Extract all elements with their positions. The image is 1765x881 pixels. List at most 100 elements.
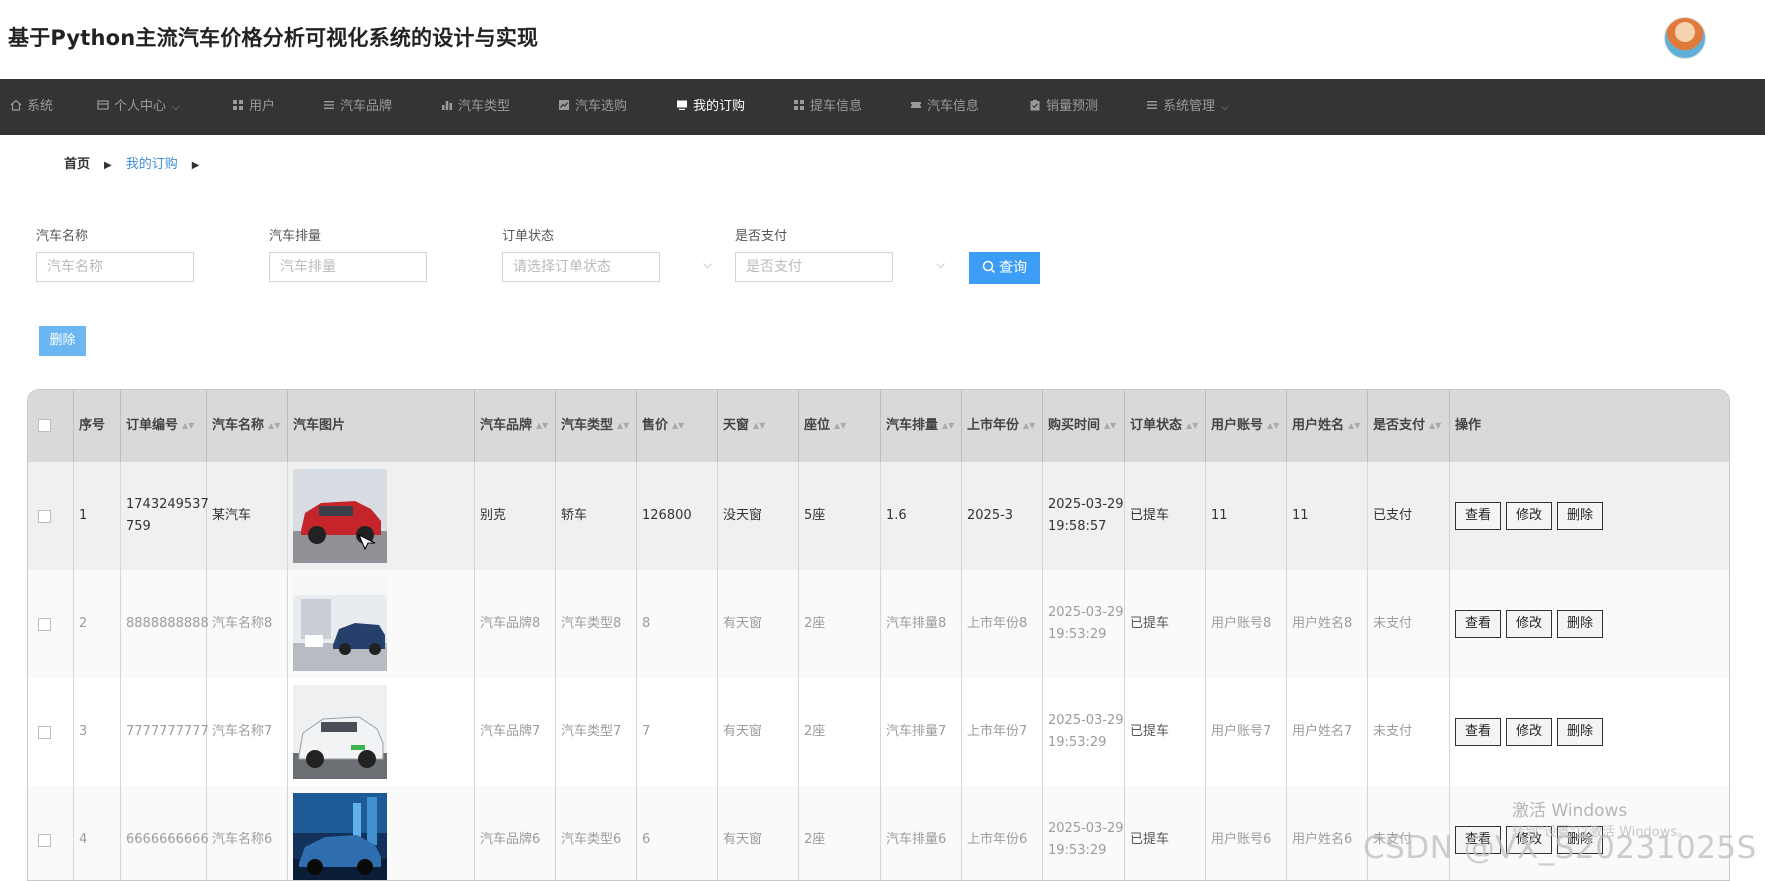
table-row[interactable]: 1 1743249537 759 某汽车 别克 轿车 126800 没天窗 5座 … [28,462,1729,571]
table-row[interactable]: 3 7777777777 汽车名称7 汽车品牌7 汽车类型7 7 有天窗 2座 … [28,678,1729,787]
row-checkbox[interactable] [38,617,51,631]
cell-order-no: 7777777777 [121,678,209,786]
chevron-down-icon[interactable]: ⌵ [936,257,945,272]
sort-icon[interactable]: ▲▼ [672,390,684,462]
sort-icon[interactable]: ▲▼ [834,390,846,462]
nav-item-car-type[interactable]: 汽车类型 [441,79,510,135]
nav-item-system[interactable]: 系统 [10,79,53,135]
table-row[interactable]: 2 8888888888 汽车名称8 汽车品牌8 汽车类型8 8 有天窗 2座 … [28,570,1729,679]
order-status-select[interactable]: 请选择订单状态 [502,252,660,282]
car-name-input[interactable]: 汽车名称 [36,252,194,282]
th-account[interactable]: 用户账号 ▲▼ [1206,390,1287,462]
chevron-down-icon[interactable]: ⌵ [703,257,712,272]
sort-icon[interactable]: ▲▼ [1104,390,1116,462]
th-displacement[interactable]: 汽车排量 ▲▼ [881,390,962,462]
cell-type: 汽车类型7 [556,678,637,786]
cell-account: 11 [1206,462,1287,570]
bar-icon [442,101,452,110]
select-all-checkbox[interactable] [38,419,51,432]
header-label: 汽车名称 [212,418,265,433]
user-avatar[interactable] [1664,17,1706,59]
nav-item-my-orders[interactable]: 我的订购 [676,79,745,135]
nav-item-sales-forecast[interactable]: 销量预测 [1029,79,1098,135]
nav-item-car-info[interactable]: 汽车信息 [910,79,979,135]
car-image[interactable] [293,577,387,671]
payment-select[interactable]: 是否支付 [735,252,893,282]
edit-button[interactable]: 修改 [1506,502,1552,530]
nav-label: 系统 [27,99,54,114]
delete-button[interactable]: 删除 [1557,502,1603,530]
breadcrumb: 首页 ▶ 我的订购 ▶ [64,153,213,172]
th-sunroof[interactable]: 天窗 ▲▼ [718,390,799,462]
payment-label: 是否支付 [735,229,788,244]
sort-icon[interactable]: ▲▼ [1348,390,1360,462]
list-icon [324,101,334,109]
sort-icon[interactable]: ▲▼ [536,390,548,462]
sort-icon[interactable]: ▲▼ [617,390,629,462]
edit-button[interactable]: 修改 [1506,718,1552,746]
nav-label: 汽车信息 [927,99,980,114]
row-checkbox[interactable] [38,725,51,739]
displacement-input[interactable]: 汽车排量 [269,252,427,282]
th-seats[interactable]: 座位 ▲▼ [799,390,881,462]
cell-year: 上市年份8 [962,570,1043,678]
header-label: 操作 [1455,418,1482,433]
th-paid[interactable]: 是否支付 ▲▼ [1368,390,1450,462]
sort-icon[interactable]: ▲▼ [753,390,765,462]
sort-icon[interactable]: ▲▼ [1186,390,1198,462]
car-image[interactable] [293,469,387,563]
batch-delete-button[interactable]: 删除 [39,326,86,356]
cell-price: 6 [637,786,718,880]
nav-item-car-brand[interactable]: 汽车品牌 [323,79,392,135]
order-status-label: 订单状态 [502,229,555,244]
nav-item-users[interactable]: 用户 [232,79,275,135]
nav-item-car-purchase[interactable]: 汽车选购 [558,79,627,135]
cell-no: 2 [74,570,121,678]
sort-icon[interactable]: ▲▼ [268,390,280,462]
breadcrumb-home[interactable]: 首页 [64,153,90,172]
th-car-name[interactable]: 汽车名称 ▲▼ [207,390,288,462]
nav-label: 我的订购 [693,99,746,114]
th-status[interactable]: 订单状态 ▲▼ [1125,390,1206,462]
sort-icon[interactable]: ▲▼ [942,390,954,462]
sort-icon[interactable]: ▲▼ [1023,390,1035,462]
cell-no: 1 [74,462,121,570]
th-type[interactable]: 汽车类型 ▲▼ [556,390,637,462]
nav-item-personal-center[interactable]: 个人中心 ⌵ [97,79,180,135]
row-checkbox-cell [28,570,74,678]
sort-icon[interactable]: ▲▼ [1267,390,1279,462]
car-image[interactable] [293,793,387,881]
sort-icon[interactable]: ▲▼ [1429,390,1441,462]
view-button[interactable]: 查看 [1455,610,1501,638]
view-button[interactable]: 查看 [1455,718,1501,746]
cell-displacement: 1.6 [881,462,962,570]
th-buy-time[interactable]: 购买时间 ▲▼ [1043,390,1125,462]
delete-button[interactable]: 删除 [1557,718,1603,746]
cell-username: 用户姓名8 [1287,570,1368,678]
cell-displacement: 汽车排量7 [881,678,962,786]
th-brand[interactable]: 汽车品牌 ▲▼ [475,390,556,462]
row-checkbox[interactable] [38,833,51,847]
cell-order-no: 1743249537 759 [121,462,209,570]
delete-button[interactable]: 删除 [1557,610,1603,638]
query-button[interactable]: 查询 [969,252,1040,284]
row-checkbox[interactable] [38,509,51,523]
cell-displacement: 汽车排量8 [881,570,962,678]
chevron-right-icon: ▶ [191,160,200,171]
th-order-no[interactable]: 订单编号 ▲▼ [121,390,207,462]
nav-item-pickup-info[interactable]: 提车信息 [793,79,862,135]
edit-button[interactable]: 修改 [1506,610,1552,638]
th-year[interactable]: 上市年份 ▲▼ [962,390,1043,462]
cell-order-no: 6666666666 [121,786,209,880]
cell-displacement: 汽车排量6 [881,786,962,880]
nav-item-system-management[interactable]: 系统管理 ⌵ [1146,79,1229,135]
cell-username: 11 [1287,462,1368,570]
view-button[interactable]: 查看 [1455,502,1501,530]
breadcrumb-current[interactable]: 我的订购 [126,153,178,172]
sort-icon[interactable]: ▲▼ [182,390,194,462]
clipboard-icon [1030,99,1040,111]
th-username[interactable]: 用户姓名 ▲▼ [1287,390,1368,462]
query-label: 查询 [999,260,1027,276]
car-image[interactable] [293,685,387,779]
th-price[interactable]: 售价 ▲▼ [637,390,718,462]
